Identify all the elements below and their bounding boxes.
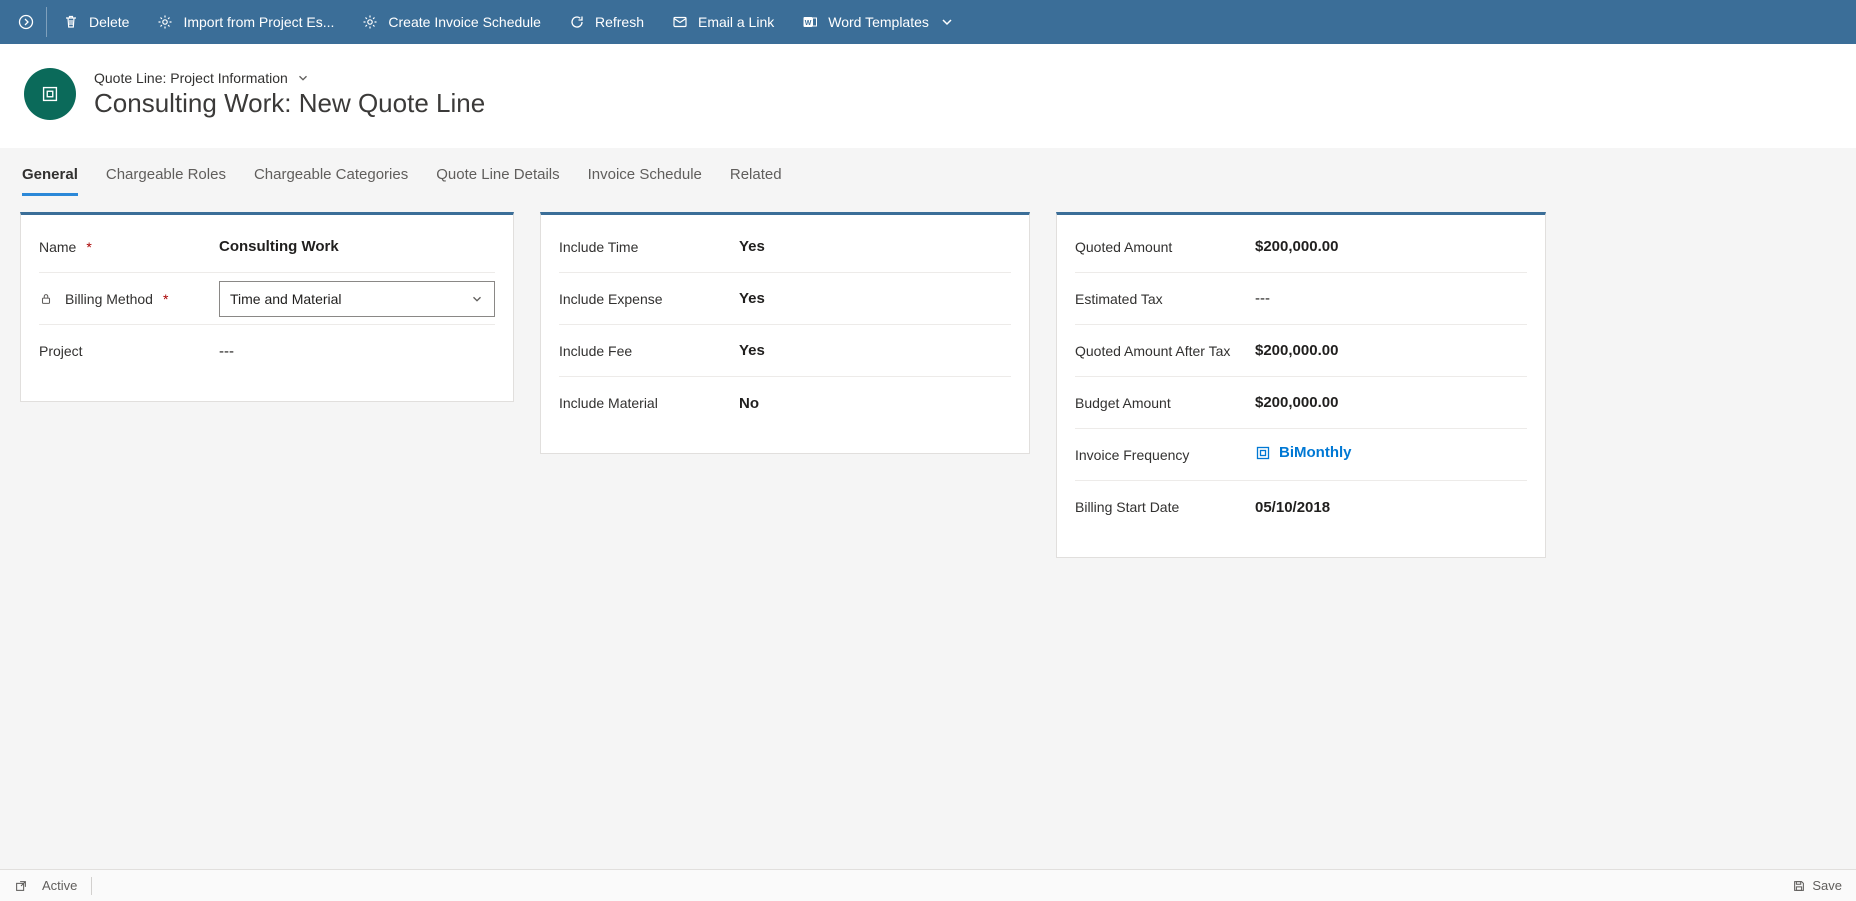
- refresh-icon: [569, 14, 585, 30]
- billing-method-value: Time and Material: [230, 291, 342, 307]
- billing-method-select[interactable]: Time and Material: [219, 281, 495, 317]
- name-value[interactable]: Consulting Work: [219, 238, 495, 255]
- delete-label: Delete: [89, 14, 129, 30]
- tab-chargeable-roles[interactable]: Chargeable Roles: [106, 166, 226, 196]
- include-fee-value[interactable]: Yes: [739, 342, 1011, 359]
- form-body: General Chargeable Roles Chargeable Cate…: [0, 148, 1856, 869]
- section-amounts: Quoted Amount $200,000.00 Estimated Tax …: [1056, 212, 1546, 558]
- lookup-icon: [1255, 445, 1271, 461]
- billing-start-value[interactable]: 05/10/2018: [1255, 499, 1527, 516]
- form-selector[interactable]: Quote Line: Project Information: [94, 70, 485, 86]
- import-label: Import from Project Es...: [183, 14, 334, 30]
- email-icon: [672, 14, 688, 30]
- form-sections: Name * Consulting Work Billing Method * …: [20, 212, 1836, 558]
- tab-invoice-schedule[interactable]: Invoice Schedule: [588, 166, 702, 196]
- refresh-label: Refresh: [595, 14, 644, 30]
- word-templates-button[interactable]: W Word Templates: [788, 0, 969, 44]
- quoted-amount-label: Quoted Amount: [1075, 239, 1172, 255]
- save-button[interactable]: Save: [1792, 878, 1842, 893]
- record-title: Consulting Work: New Quote Line: [94, 88, 485, 119]
- after-tax-value[interactable]: $200,000.00: [1255, 342, 1527, 359]
- required-indicator: *: [163, 291, 168, 307]
- create-invoice-label: Create Invoice Schedule: [388, 14, 541, 30]
- word-icon: W: [802, 14, 818, 30]
- invoice-frequency-label: Invoice Frequency: [1075, 447, 1189, 463]
- tab-strip: General Chargeable Roles Chargeable Cate…: [20, 148, 1836, 196]
- chevron-right-circle-icon: [18, 14, 34, 30]
- divider: [91, 877, 92, 895]
- include-time-value[interactable]: Yes: [739, 238, 1011, 255]
- include-expense-label: Include Expense: [559, 291, 663, 307]
- word-templates-label: Word Templates: [828, 14, 929, 30]
- project-label: Project: [39, 343, 83, 359]
- tab-chargeable-categories[interactable]: Chargeable Categories: [254, 166, 408, 196]
- status-text: Active: [42, 878, 77, 893]
- trash-icon: [63, 14, 79, 30]
- billing-method-label: Billing Method: [65, 291, 153, 307]
- field-row-budget: Budget Amount $200,000.00: [1075, 377, 1527, 429]
- field-row-billing-method: Billing Method * Time and Material: [39, 273, 495, 325]
- field-row-project: Project ---: [39, 325, 495, 377]
- billing-start-label: Billing Start Date: [1075, 499, 1179, 515]
- include-material-label: Include Material: [559, 395, 658, 411]
- tab-quote-line-details[interactable]: Quote Line Details: [436, 166, 559, 196]
- field-row-include-material: Include Material No: [559, 377, 1011, 429]
- field-row-invoice-frequency: Invoice Frequency BiMonthly: [1075, 429, 1527, 481]
- svg-text:W: W: [805, 20, 812, 27]
- gear-icon: [362, 14, 378, 30]
- gear-icon: [157, 14, 173, 30]
- include-expense-value[interactable]: Yes: [739, 290, 1011, 307]
- refresh-button[interactable]: Refresh: [555, 0, 658, 44]
- tab-general[interactable]: General: [22, 166, 78, 196]
- field-row-include-fee: Include Fee Yes: [559, 325, 1011, 377]
- budget-value[interactable]: $200,000.00: [1255, 394, 1527, 411]
- back-button[interactable]: [8, 0, 44, 44]
- name-label: Name: [39, 239, 76, 255]
- section-basic: Name * Consulting Work Billing Method * …: [20, 212, 514, 402]
- include-time-label: Include Time: [559, 239, 638, 255]
- section-includes: Include Time Yes Include Expense Yes Inc…: [540, 212, 1030, 454]
- save-icon: [1792, 879, 1806, 893]
- invoice-frequency-text: BiMonthly: [1279, 444, 1352, 461]
- email-link-label: Email a Link: [698, 14, 774, 30]
- project-value[interactable]: ---: [219, 343, 495, 360]
- popout-icon[interactable]: [14, 879, 28, 893]
- chevron-down-icon: [939, 14, 955, 30]
- status-bar: Active Save: [0, 869, 1856, 901]
- save-label: Save: [1812, 878, 1842, 893]
- chevron-down-icon: [296, 71, 310, 85]
- tab-related[interactable]: Related: [730, 166, 782, 196]
- after-tax-label: Quoted Amount After Tax: [1075, 343, 1230, 359]
- budget-label: Budget Amount: [1075, 395, 1171, 411]
- import-button[interactable]: Import from Project Es...: [143, 0, 348, 44]
- include-fee-label: Include Fee: [559, 343, 632, 359]
- command-bar: Delete Import from Project Es... Create …: [0, 0, 1856, 44]
- record-header: Quote Line: Project Information Consulti…: [0, 44, 1856, 148]
- form-selector-label: Quote Line: Project Information: [94, 70, 288, 86]
- field-row-billing-start: Billing Start Date 05/10/2018: [1075, 481, 1527, 533]
- field-row-name: Name * Consulting Work: [39, 221, 495, 273]
- create-invoice-schedule-button[interactable]: Create Invoice Schedule: [348, 0, 555, 44]
- email-link-button[interactable]: Email a Link: [658, 0, 788, 44]
- field-row-after-tax: Quoted Amount After Tax $200,000.00: [1075, 325, 1527, 377]
- lock-icon: [39, 292, 53, 306]
- quoted-amount-value[interactable]: $200,000.00: [1255, 238, 1527, 255]
- include-material-value[interactable]: No: [739, 395, 1011, 412]
- delete-button[interactable]: Delete: [49, 0, 143, 44]
- field-row-quoted-amount: Quoted Amount $200,000.00: [1075, 221, 1527, 273]
- invoice-frequency-value[interactable]: BiMonthly: [1255, 444, 1527, 465]
- estimated-tax-label: Estimated Tax: [1075, 291, 1163, 307]
- chevron-down-icon: [470, 292, 484, 306]
- field-row-include-time: Include Time Yes: [559, 221, 1011, 273]
- record-entity-icon: [24, 68, 76, 120]
- estimated-tax-value[interactable]: ---: [1255, 290, 1527, 307]
- required-indicator: *: [86, 239, 91, 255]
- field-row-estimated-tax: Estimated Tax ---: [1075, 273, 1527, 325]
- divider: [46, 7, 47, 37]
- field-row-include-expense: Include Expense Yes: [559, 273, 1011, 325]
